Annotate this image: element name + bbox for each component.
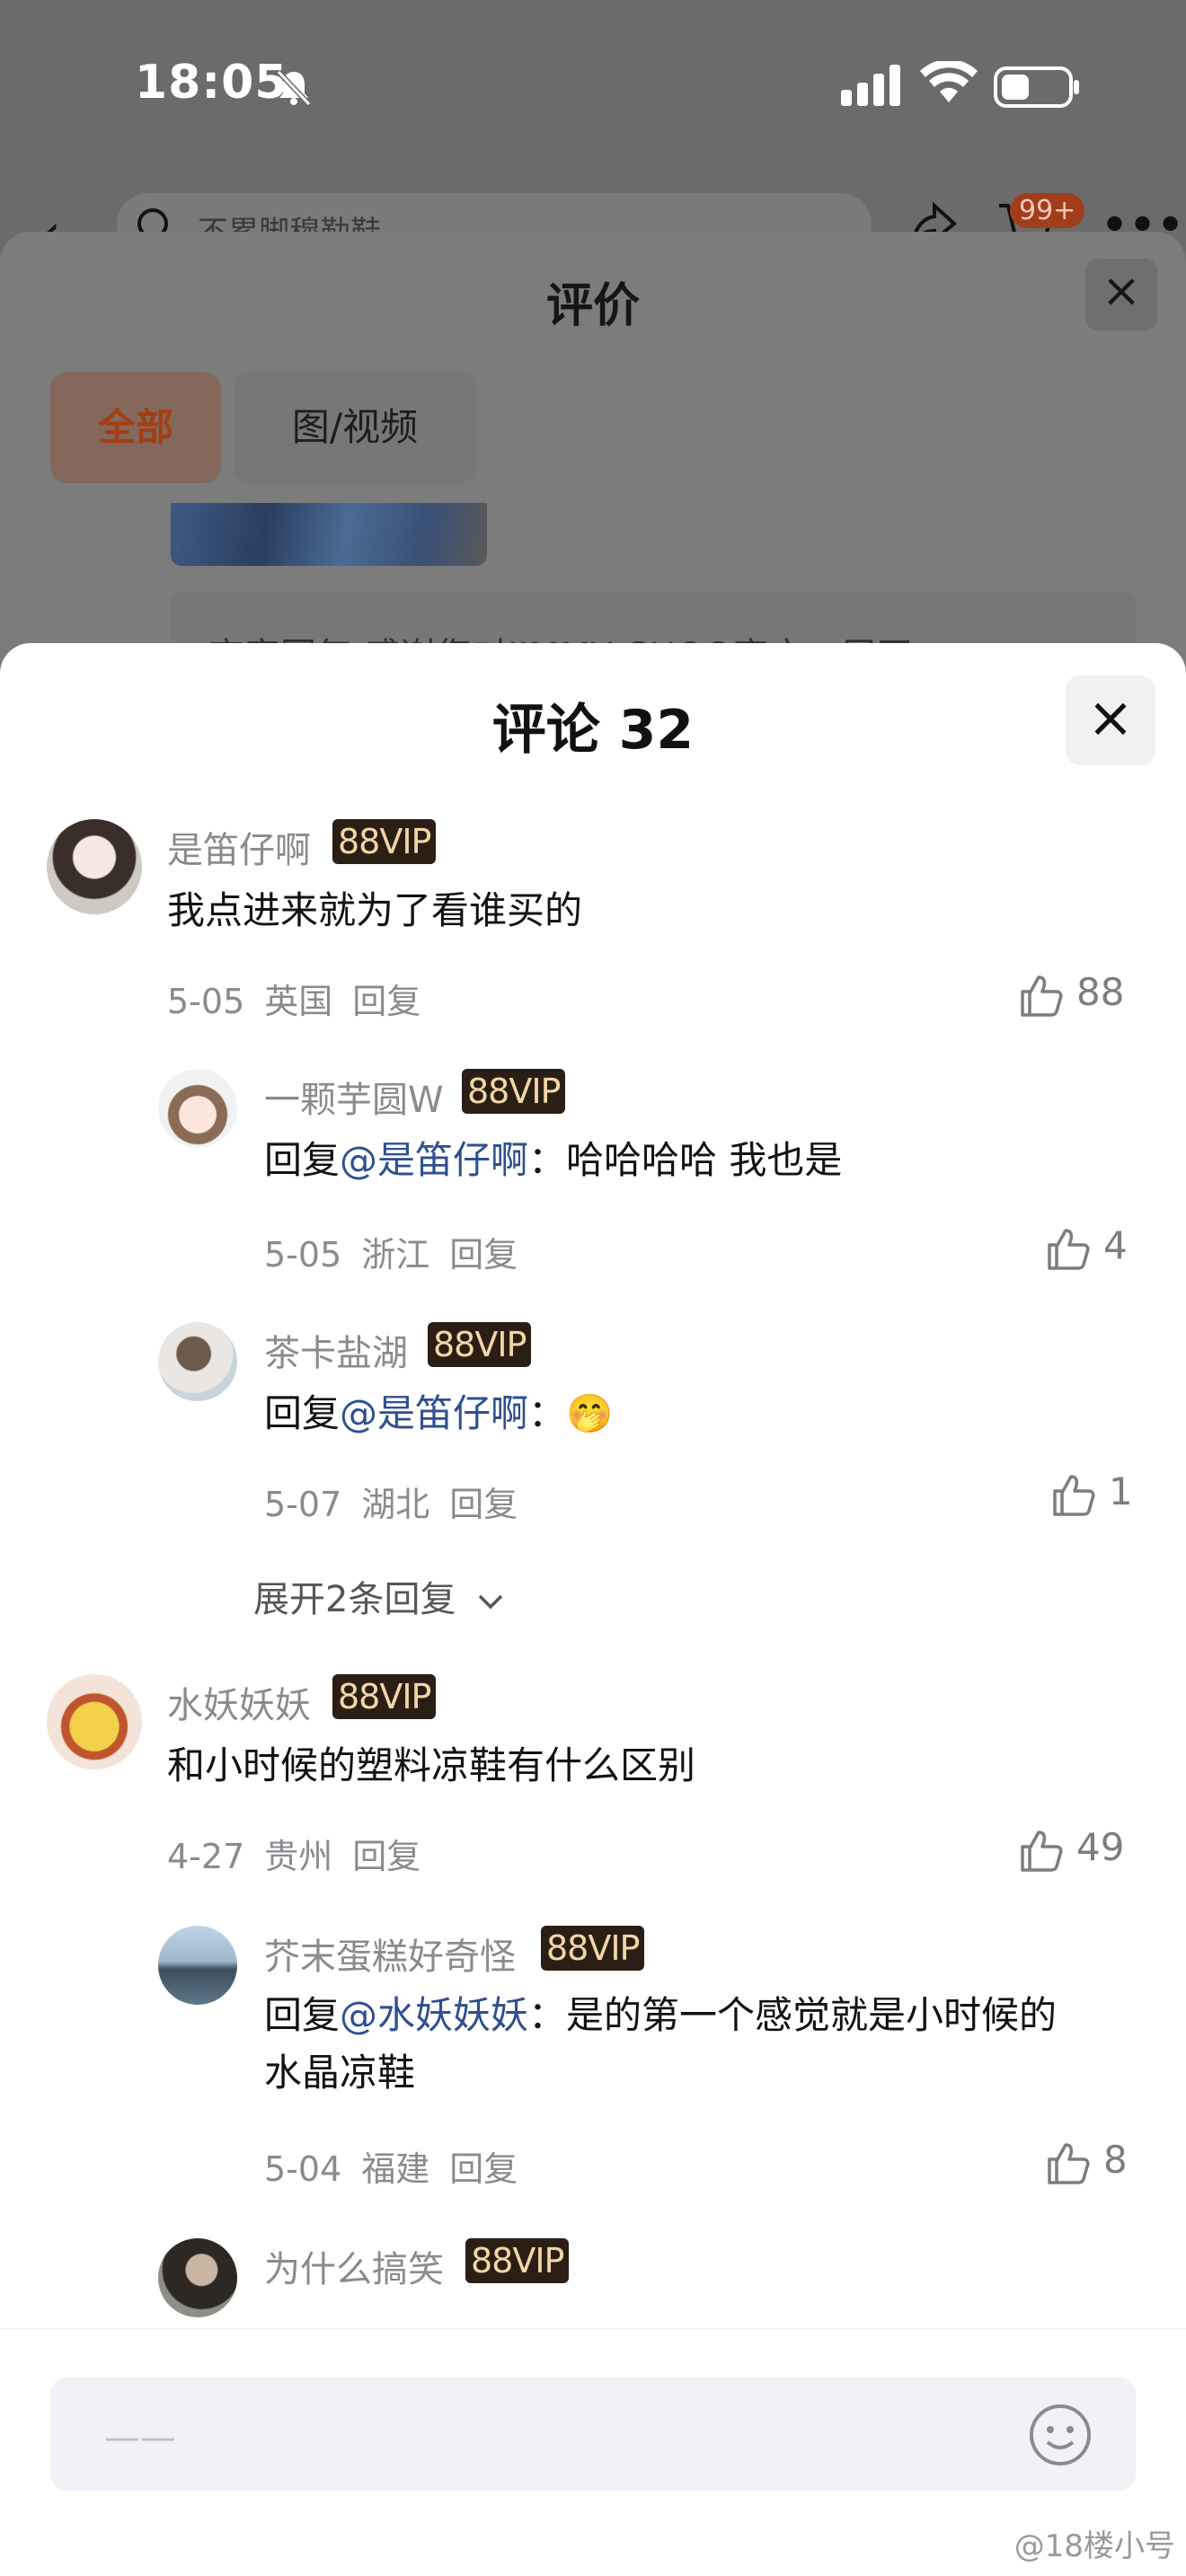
status-time: 18:05 [135, 56, 288, 110]
reply-button[interactable]: 回复 [449, 1235, 518, 1275]
comment-username[interactable]: 是笛仔啊 [167, 821, 311, 873]
comments-sheet: 评论 32 × 是笛仔啊 88VIP 我点进来就为了看谁买的 5-05 英国 回复 … [0, 643, 1186, 2576]
comment-text: 回复@是笛仔啊：哈哈哈哈 我也是 [264, 1138, 843, 1182]
comment-input-bar: —— [0, 2328, 1186, 2576]
comment-input[interactable]: —— [50, 2378, 1136, 2491]
filter-media[interactable]: 图/视频2 [234, 372, 476, 560]
comment-username[interactable]: 水妖妖妖 [167, 1676, 311, 1728]
reviews-title: 评价 [545, 279, 640, 333]
vip-badge: 88VIP [541, 1926, 645, 1971]
bell-muted-icon [276, 69, 312, 107]
comment-meta: 5-07 湖北 回复 [264, 1477, 537, 1526]
comment-username[interactable]: 茶卡盐湖 [264, 1324, 408, 1376]
comment-date: 5-04 [264, 2149, 342, 2189]
reply-body: 🤭 [566, 1391, 614, 1435]
comment-meta: 4-27 贵州 回复 [167, 1829, 440, 1878]
thumbs-up-icon [1021, 1830, 1063, 1872]
comment-meta: 5-05 浙江 回复 [264, 1227, 537, 1276]
battery-icon [994, 66, 1079, 108]
filter-all-label: 全部 [97, 405, 173, 449]
thumbs-up-icon [1053, 1474, 1095, 1516]
comment-username[interactable]: 芥末蛋糕好奇怪 [264, 1928, 516, 1980]
mention-link[interactable]: @是笛仔啊 [340, 1138, 528, 1182]
reply-button[interactable]: 回复 [352, 1837, 420, 1876]
close-icon: × [1102, 264, 1141, 318]
reply-body: 是的第一个感觉就是小时候的 [566, 1993, 1058, 2037]
comment-location: 浙江 [361, 1235, 430, 1275]
reply-button[interactable]: 回复 [352, 982, 420, 1021]
wifi-icon [920, 61, 978, 102]
comment-input-placeholder: —— [104, 2417, 176, 2458]
emoji-icon[interactable] [1026, 2401, 1094, 2469]
vip-badge: 88VIP [462, 1069, 566, 1114]
watermark: @18楼小号 [1013, 2528, 1175, 2564]
vip-badge: 88VIP [332, 819, 437, 864]
avatar[interactable] [158, 1322, 237, 1401]
reply-prefix: 回复 [264, 1138, 341, 1182]
avatar[interactable] [47, 819, 142, 914]
expand-replies-button[interactable]: 展开2条回复 [253, 1570, 507, 1622]
comment-text: 我点进来就为了看谁买的 [167, 888, 583, 932]
reply-body: 哈哈哈哈 我也是 [566, 1138, 843, 1182]
like-count: 88 [1076, 970, 1125, 1014]
like-button[interactable]: 4 [1044, 1223, 1128, 1272]
comment-username[interactable]: 为什么搞笑 [264, 2240, 444, 2292]
mention-link[interactable]: @是笛仔啊 [340, 1391, 528, 1435]
reply-button[interactable]: 回复 [449, 1485, 518, 1524]
avatar[interactable] [158, 1926, 237, 2005]
thumbs-up-icon [1021, 975, 1063, 1017]
reply-body-line2: 水晶凉鞋 [264, 2051, 416, 2095]
comment-location: 贵州 [264, 1837, 333, 1876]
avatar[interactable] [47, 1674, 142, 1769]
thumbs-up-icon [1048, 2142, 1090, 2184]
comment-meta: 5-05 英国 回复 [167, 974, 440, 1023]
like-count: 8 [1103, 2138, 1128, 2182]
comment-date: 5-05 [167, 982, 245, 1021]
comments-title: 评论 32 [491, 699, 695, 762]
filter-media-label: 图/视频 [291, 405, 419, 449]
chevron-down-icon [478, 1594, 503, 1610]
thumbs-up-icon [1048, 1228, 1090, 1270]
avatar[interactable] [158, 2238, 237, 2317]
mention-link[interactable]: @水妖妖妖 [340, 1993, 528, 2037]
comment-date: 5-05 [264, 1235, 342, 1275]
avatar[interactable] [158, 1069, 237, 1148]
comment-location: 福建 [361, 2149, 430, 2189]
cart-badge: 99+ [1010, 193, 1085, 228]
like-count: 49 [1076, 1825, 1125, 1869]
comment-date: 4-27 [167, 1837, 245, 1876]
comment-text: 回复@是笛仔啊：🤭 [264, 1391, 614, 1435]
comment-date: 5-07 [264, 1485, 342, 1524]
review-image-thumbnail[interactable] [171, 503, 487, 566]
status-bar: 18:05 [0, 0, 1186, 171]
like-button[interactable]: 49 [1017, 1825, 1124, 1874]
vip-badge: 88VIP [428, 1322, 532, 1367]
reply-button[interactable]: 回复 [449, 2149, 518, 2189]
reviews-close-button[interactable]: × [1085, 259, 1157, 331]
cellular-signal-icon [841, 65, 900, 106]
reply-prefix: 回复 [264, 1993, 341, 2037]
vip-badge: 88VIP [332, 1674, 437, 1719]
comment-username[interactable]: 一颗芋圆W [264, 1071, 444, 1123]
comment-location: 英国 [264, 982, 333, 1021]
expand-replies-label: 展开2条回复 [253, 1579, 456, 1620]
like-button[interactable]: 1 [1049, 1469, 1133, 1518]
filter-all[interactable]: 全部 [50, 372, 221, 483]
vip-badge: 88VIP [465, 2238, 570, 2283]
comment-text: 和小时候的塑料凉鞋有什么区别 [167, 1743, 696, 1787]
comments-close-button[interactable]: × [1066, 675, 1155, 765]
comment-meta: 5-04 福建 回复 [264, 2141, 537, 2191]
like-count: 1 [1109, 1469, 1133, 1513]
like-button[interactable]: 88 [1017, 970, 1124, 1019]
comment-text: 回复@水妖妖妖：是的第一个感觉就是小时候的 水晶凉鞋 [264, 1993, 1058, 2095]
comment-location: 湖北 [361, 1485, 430, 1524]
like-button[interactable]: 8 [1044, 2138, 1128, 2186]
like-count: 4 [1103, 1223, 1128, 1267]
reply-prefix: 回复 [264, 1391, 341, 1435]
close-icon: × [1087, 684, 1134, 750]
reviews-sheet: 评价 × 全部 图/视频2 商家回复 感谢您对JIMMY CHOO官方…展开 [0, 232, 1186, 699]
